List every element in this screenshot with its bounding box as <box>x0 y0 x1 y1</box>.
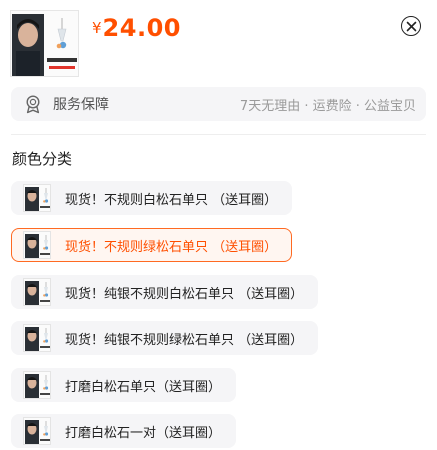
close-icon <box>406 21 416 31</box>
product-image[interactable] <box>10 10 79 77</box>
price: ¥24.00 <box>92 14 181 42</box>
variant-thumbnail <box>23 278 51 306</box>
variant-thumbnail <box>23 324 51 352</box>
price-amount: 24.00 <box>102 14 181 42</box>
variant-option[interactable]: 打磨白松石一对（送耳圈） <box>11 414 237 448</box>
shield-badge-icon <box>23 94 43 114</box>
variant-option-label: 现货！纯银不规则绿松石单只 （送耳圈） <box>65 332 304 348</box>
variant-option[interactable]: 现货！纯银不规则绿松石单只 （送耳圈） <box>11 321 319 355</box>
variant-thumbnail <box>23 371 51 399</box>
service-title: 服务保障 <box>53 97 109 113</box>
variant-thumbnail <box>23 417 51 445</box>
service-detail: 7天无理由 · 运费险 · 公益宝贝 <box>239 98 416 114</box>
service-guarantee[interactable]: 服务保障 7天无理由 · 运费险 · 公益宝贝 <box>11 87 426 121</box>
variant-option-label: 打磨白松石单只（送耳圈） <box>65 379 222 395</box>
variant-option[interactable]: 现货！纯银不规则白松石单只 （送耳圈） <box>11 275 319 309</box>
variant-option-label: 现货！纯银不规则白松石单只 （送耳圈） <box>65 286 304 302</box>
variant-option-label: 现货！不规则白松石单只 （送耳圈） <box>65 192 278 208</box>
divider <box>11 134 426 135</box>
variant-option-selected[interactable]: 现货！不规则绿松石单只 （送耳圈） <box>11 228 293 262</box>
product-photo-icon <box>11 11 78 76</box>
variant-section-title: 颜色分类 <box>12 150 73 168</box>
variant-option-label: 打磨白松石一对（送耳圈） <box>65 425 222 441</box>
variant-option[interactable]: 打磨白松石单只（送耳圈） <box>11 368 237 402</box>
variant-thumbnail <box>23 231 51 259</box>
close-button[interactable] <box>401 16 421 36</box>
variant-option-label: 现货！不规则绿松石单只 （送耳圈） <box>65 239 278 255</box>
price-currency: ¥ <box>92 19 102 37</box>
variant-option[interactable]: 现货！不规则白松石单只 （送耳圈） <box>11 181 293 215</box>
variant-thumbnail <box>23 184 51 212</box>
